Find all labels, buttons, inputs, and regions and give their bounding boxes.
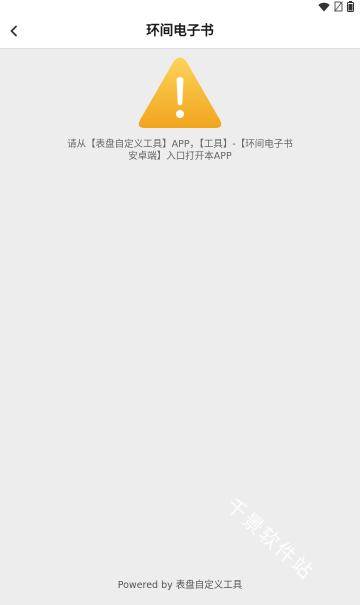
main-content: 请从【表盘自定义工具】APP，【工具】-【环间电子书 安卓端】入口打开本APP — [0, 49, 360, 600]
back-button[interactable] — [0, 13, 28, 49]
status-bar — [0, 0, 360, 13]
battery-icon — [347, 1, 354, 12]
wifi-icon — [318, 2, 330, 12]
status-icons — [318, 1, 354, 12]
warning-icon — [136, 56, 224, 132]
no-sim-icon — [334, 1, 343, 12]
message-line-1: 请从【表盘自定义工具】APP，【工具】-【环间电子书 — [67, 139, 293, 150]
header: 环间电子书 — [0, 13, 360, 49]
page-title: 环间电子书 — [146, 23, 214, 39]
instruction-message: 请从【表盘自定义工具】APP，【工具】-【环间电子书 安卓端】入口打开本APP — [50, 139, 310, 163]
footer-powered-by: Powered by 表盘自定义工具 — [117, 580, 243, 591]
message-line-2: 安卓端】入口打开本APP — [128, 151, 232, 162]
chevron-left-icon — [9, 22, 19, 41]
